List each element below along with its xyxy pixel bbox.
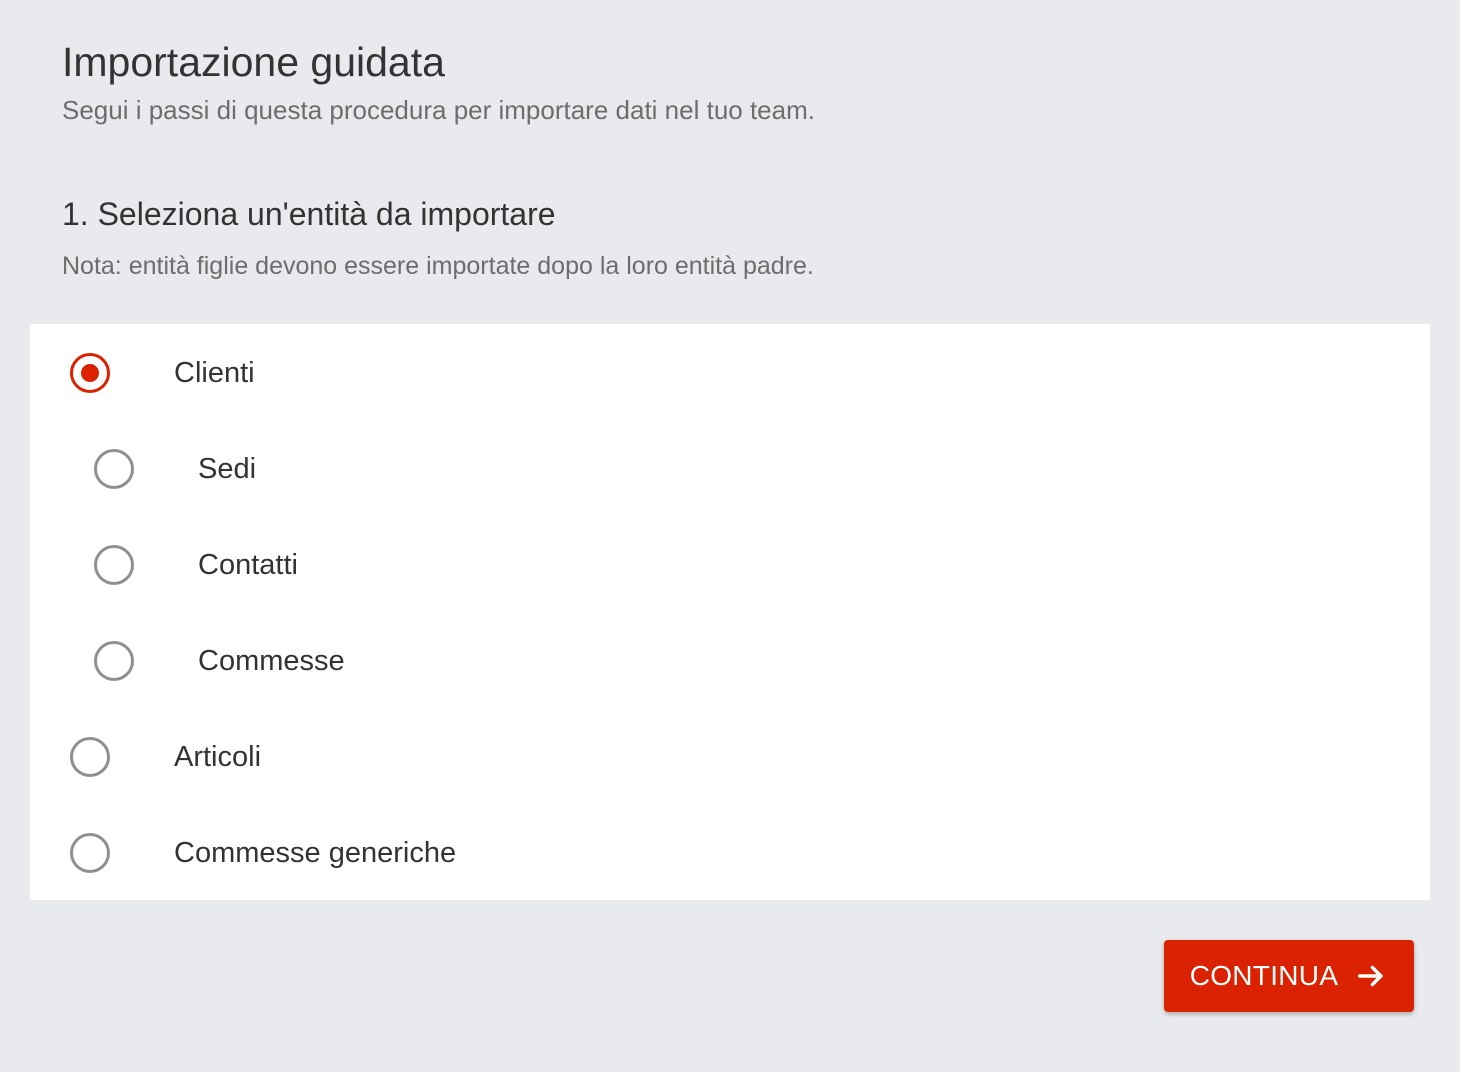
- step-title: 1. Seleziona un'entità da importare: [62, 196, 556, 232]
- radio-button[interactable]: [70, 353, 110, 393]
- option-label: Commesse: [198, 645, 345, 677]
- option-label: Sedi: [198, 453, 257, 485]
- option-clienti[interactable]: Clienti: [30, 324, 1430, 420]
- option-label: Articoli: [174, 741, 262, 773]
- entity-options-panel: Clienti Sedi Contatti Commesse Articoli …: [30, 324, 1430, 900]
- arrow-right-icon: [1354, 959, 1388, 993]
- step-note: Nota: entità figlie devono essere import…: [62, 252, 814, 280]
- page-title: Importazione guidata: [62, 39, 445, 85]
- radio-button[interactable]: [94, 449, 134, 489]
- option-commesse-generiche[interactable]: Commesse generiche: [30, 804, 1430, 900]
- option-label: Commesse generiche: [174, 837, 457, 869]
- option-label: Clienti: [174, 357, 255, 389]
- option-contatti[interactable]: Contatti: [30, 516, 1430, 612]
- continue-button-label: CONTINUA: [1189, 960, 1339, 991]
- radio-button[interactable]: [94, 641, 134, 681]
- option-articoli[interactable]: Articoli: [30, 708, 1430, 804]
- radio-button[interactable]: [94, 545, 134, 585]
- option-label: Contatti: [198, 549, 298, 581]
- continue-button[interactable]: CONTINUA: [1164, 940, 1414, 1012]
- option-commesse[interactable]: Commesse: [30, 612, 1430, 708]
- radio-button[interactable]: [70, 737, 110, 777]
- page-subtitle: Segui i passi di questa procedura per im…: [62, 95, 815, 125]
- radio-button[interactable]: [70, 833, 110, 873]
- option-sedi[interactable]: Sedi: [30, 420, 1430, 516]
